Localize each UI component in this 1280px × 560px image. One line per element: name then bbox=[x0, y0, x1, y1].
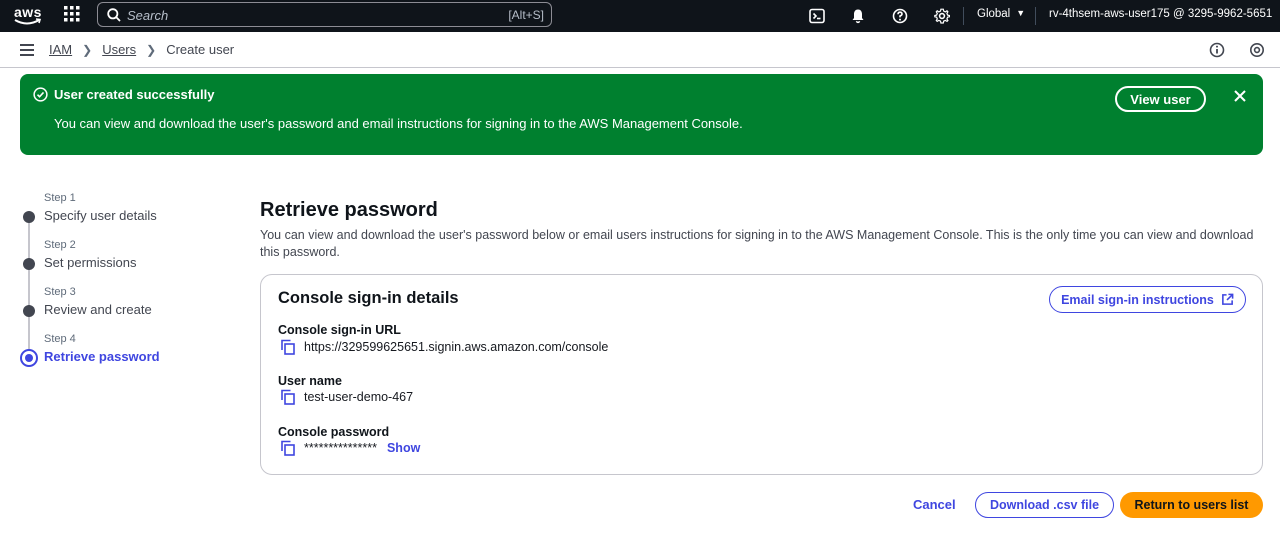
signin-url-label: Console sign-in URL bbox=[278, 323, 401, 337]
breadcrumb-bar: IAM ❯ Users ❯ Create user bbox=[0, 32, 1280, 68]
step-name: Retrieve password bbox=[44, 349, 160, 364]
gear-icon[interactable] bbox=[932, 6, 952, 26]
menu-icon[interactable] bbox=[19, 43, 35, 57]
breadcrumb-current: Create user bbox=[166, 42, 235, 57]
nav-divider bbox=[1035, 7, 1036, 25]
password-value: *************** bbox=[304, 441, 377, 455]
copy-icon[interactable] bbox=[280, 339, 296, 355]
search-input[interactable] bbox=[127, 6, 487, 24]
external-link-icon bbox=[1221, 293, 1234, 305]
nav-divider bbox=[963, 7, 964, 25]
step-indicator bbox=[23, 211, 35, 223]
cloudshell-icon[interactable] bbox=[807, 6, 827, 26]
view-user-button[interactable]: View user bbox=[1115, 86, 1206, 112]
region-label: Global bbox=[977, 8, 1011, 20]
step-connector bbox=[28, 222, 30, 262]
search-bar[interactable]: [Alt+S] bbox=[97, 2, 552, 27]
download-csv-button[interactable]: Download .csv file bbox=[975, 492, 1114, 518]
search-shortcut: [Alt+S] bbox=[508, 8, 544, 22]
step-label: Step 4 bbox=[44, 333, 76, 345]
card-title: Console sign-in details bbox=[278, 289, 459, 307]
step-indicator bbox=[23, 258, 35, 270]
step-indicator-active bbox=[20, 349, 38, 367]
page-title: Retrieve password bbox=[260, 199, 438, 221]
close-icon[interactable] bbox=[1232, 88, 1248, 104]
return-to-users-button[interactable]: Return to users list bbox=[1120, 492, 1263, 518]
show-password-link[interactable]: Show bbox=[387, 441, 420, 455]
cancel-button[interactable]: Cancel bbox=[913, 497, 956, 512]
email-signin-instructions-button[interactable]: Email sign-in instructions bbox=[1049, 286, 1246, 313]
step-connector bbox=[28, 269, 30, 309]
caret-down-icon: ▼ bbox=[1016, 8, 1026, 18]
signin-url-row: https://329599625651.signin.aws.amazon.c… bbox=[280, 339, 608, 355]
breadcrumb-iam[interactable]: IAM bbox=[49, 42, 72, 57]
page-description: You can view and download the user's pas… bbox=[260, 228, 1254, 259]
password-label: Console password bbox=[278, 425, 390, 439]
region-selector[interactable]: Global ▼ bbox=[977, 8, 1025, 20]
email-button-label: Email sign-in instructions bbox=[1061, 292, 1214, 307]
chevron-right-icon: ❯ bbox=[146, 42, 157, 57]
chevron-right-icon: ❯ bbox=[82, 42, 93, 57]
account-label: rv-4thsem-aws-user175 @ 3295-9962-5651 bbox=[1049, 8, 1273, 20]
copy-icon[interactable] bbox=[280, 389, 296, 405]
wizard-steps: Step 1 Specify user details Step 2 Set p… bbox=[20, 190, 220, 370]
flash-message: You can view and download the user's pas… bbox=[54, 116, 743, 131]
step-label: Step 2 bbox=[44, 239, 76, 251]
username-value: test-user-demo-467 bbox=[304, 390, 414, 404]
search-icon bbox=[107, 8, 121, 22]
step-name: Review and create bbox=[44, 302, 152, 317]
flash-title: User created successfully bbox=[54, 87, 215, 102]
bell-icon[interactable] bbox=[848, 6, 868, 26]
top-navigation: aws [Alt+S] Global ▼ bbox=[0, 0, 1280, 32]
signin-url-value: https://329599625651.signin.aws.amazon.c… bbox=[304, 340, 609, 354]
aws-logo[interactable]: aws bbox=[12, 3, 46, 29]
settings-icon[interactable] bbox=[1249, 42, 1265, 58]
step-indicator bbox=[23, 305, 35, 317]
copy-icon[interactable] bbox=[280, 440, 296, 456]
info-icon[interactable] bbox=[1209, 42, 1225, 58]
breadcrumb: IAM ❯ Users ❯ Create user bbox=[49, 42, 234, 57]
username-label: User name bbox=[278, 374, 342, 388]
breadcrumb-users[interactable]: Users bbox=[102, 42, 136, 57]
services-menu-icon[interactable] bbox=[64, 6, 84, 26]
password-row: *************** Show bbox=[280, 440, 420, 456]
console-signin-card: Console sign-in details Email sign-in in… bbox=[260, 274, 1263, 475]
step-name: Specify user details bbox=[44, 208, 157, 223]
account-menu[interactable]: rv-4thsem-aws-user175 @ 3295-9962-5651▼ bbox=[1049, 8, 1280, 20]
username-row: test-user-demo-467 bbox=[280, 389, 413, 405]
success-check-icon bbox=[33, 87, 48, 102]
help-icon[interactable] bbox=[890, 6, 910, 26]
success-flashbar: User created successfully You can view a… bbox=[20, 74, 1263, 155]
aws-smile-icon bbox=[14, 18, 42, 25]
step-label: Step 1 bbox=[44, 192, 76, 204]
step-name: Set permissions bbox=[44, 255, 137, 270]
step-label: Step 3 bbox=[44, 286, 76, 298]
